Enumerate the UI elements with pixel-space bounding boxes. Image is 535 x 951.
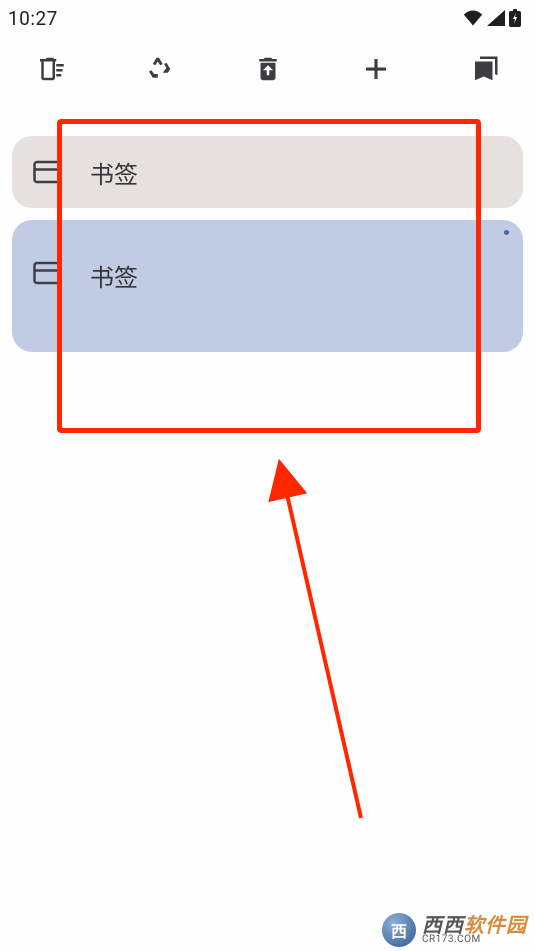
recycle-icon bbox=[144, 54, 174, 88]
watermark-badge: 西 bbox=[382, 913, 416, 947]
restore-trash-icon bbox=[253, 54, 283, 88]
status-icons bbox=[463, 9, 521, 27]
recycle-button[interactable] bbox=[139, 51, 179, 91]
wifi-icon bbox=[463, 10, 483, 26]
list-container: 书签 书签 bbox=[0, 106, 535, 352]
list-item[interactable]: 书签 bbox=[12, 220, 523, 352]
delete-sweep-button[interactable] bbox=[30, 51, 70, 91]
web-page-icon bbox=[32, 258, 62, 288]
watermark-title: 西西软件园 bbox=[422, 915, 527, 935]
list-item-label: 书签 bbox=[90, 258, 138, 293]
list-item-label: 书签 bbox=[90, 155, 138, 190]
toolbar bbox=[0, 36, 535, 106]
watermark: 西 西西软件园 CR173.COM bbox=[382, 913, 527, 947]
web-page-icon bbox=[32, 157, 62, 187]
delete-sweep-icon bbox=[35, 54, 65, 88]
status-bar: 10:27 bbox=[0, 0, 535, 36]
status-time: 10:27 bbox=[8, 7, 58, 30]
plus-icon bbox=[361, 54, 391, 88]
restore-trash-button[interactable] bbox=[248, 51, 288, 91]
bookmarks-stack-icon bbox=[470, 54, 500, 88]
add-button[interactable] bbox=[356, 51, 396, 91]
unread-dot-icon bbox=[504, 230, 509, 235]
bookmarks-button[interactable] bbox=[465, 51, 505, 91]
battery-charging-icon bbox=[509, 9, 521, 27]
list-item[interactable]: 书签 bbox=[12, 136, 523, 208]
watermark-url: CR173.COM bbox=[422, 935, 527, 945]
cell-signal-icon bbox=[487, 10, 505, 26]
